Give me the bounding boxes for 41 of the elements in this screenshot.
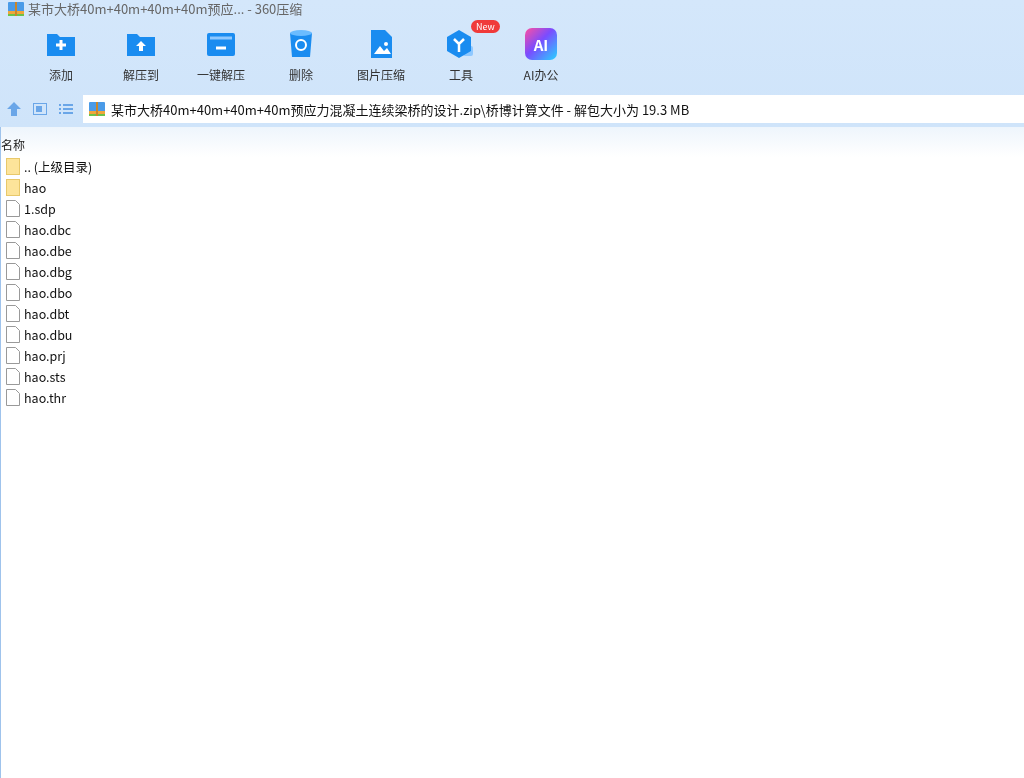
file-name[interactable]: hao [24, 178, 47, 197]
thumbnail-view-icon[interactable] [32, 101, 48, 117]
toolbar-button[interactable]: 解压到 [101, 19, 181, 94]
archive-icon [89, 102, 105, 116]
file-icon [6, 284, 20, 301]
file-icon [6, 200, 20, 217]
file-name[interactable]: hao.dbu [24, 325, 73, 344]
file-name[interactable]: hao.dbe [24, 241, 72, 260]
toolbar-button[interactable]: 删除 [261, 19, 341, 94]
file-name[interactable]: hao.dbt [24, 304, 70, 323]
file-icon [6, 347, 20, 364]
archive-icon [8, 1, 24, 16]
toolbar-button[interactable]: 一键解压 [181, 19, 261, 94]
file-name[interactable]: .. (上级目录) [24, 157, 93, 176]
ai-app-icon: AI [525, 28, 557, 60]
window-title: 某市大桥40m+40m+40m+40m预应... - 360压缩 [28, 0, 303, 17]
file-icon [6, 221, 20, 238]
address-field[interactable]: 某市大桥40m+40m+40m+40m预应力混凝土连续梁桥的设计.zip\桥博计算文件 - 解包大小为 19.3 MB [83, 95, 1024, 123]
file-name[interactable]: hao.thr [24, 388, 67, 407]
toolbar-button[interactable]: 图片压缩 [341, 19, 421, 94]
file-icon [6, 368, 20, 385]
file-icon [6, 326, 20, 343]
file-icon [6, 263, 20, 280]
folder-icon [6, 158, 20, 175]
column-header[interactable]: 名称 [1, 127, 1024, 156]
file-name[interactable]: 1.sdp [24, 199, 56, 218]
up-arrow-icon[interactable] [6, 101, 22, 117]
file-name[interactable]: hao.dbg [24, 262, 72, 281]
list-view-icon[interactable] [58, 101, 74, 117]
file-name[interactable]: hao.dbc [24, 220, 72, 239]
file-icon [6, 242, 20, 259]
folder-icon [6, 179, 20, 196]
file-name[interactable]: hao.dbo [24, 283, 73, 302]
file-name[interactable]: hao.prj [24, 346, 66, 365]
toolbar-button[interactable]: AI AI办公 [501, 19, 581, 94]
file-icon [6, 389, 20, 406]
toolbar-button[interactable]: 添加 [21, 19, 101, 94]
file-name[interactable]: hao.sts [24, 367, 66, 386]
toolbar-button[interactable]: 工具 New [421, 19, 501, 94]
new-badge: New [471, 20, 500, 33]
file-icon [6, 305, 20, 322]
